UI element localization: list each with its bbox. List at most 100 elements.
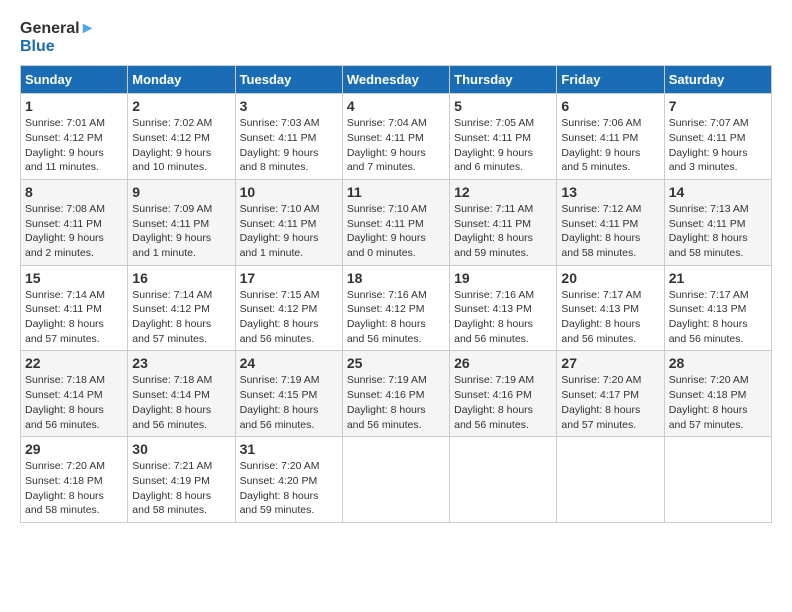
day-number: 27 (561, 355, 659, 371)
weekday-header-tuesday: Tuesday (235, 66, 342, 94)
day-cell: 15 Sunrise: 7:14 AM Sunset: 4:11 PM Dayli… (21, 265, 128, 351)
day-info: Sunrise: 7:03 AM Sunset: 4:11 PM Dayligh… (240, 116, 338, 175)
week-row-1: 1 Sunrise: 7:01 AM Sunset: 4:12 PM Daylig… (21, 94, 772, 180)
day-info: Sunrise: 7:20 AM Sunset: 4:18 PM Dayligh… (669, 373, 767, 432)
day-number: 29 (25, 441, 123, 457)
day-info: Sunrise: 7:16 AM Sunset: 4:13 PM Dayligh… (454, 288, 552, 347)
day-cell: 26Sunrise: 7:19 AM Sunset: 4:16 PM Dayli… (450, 351, 557, 437)
day-cell: 20Sunrise: 7:17 AM Sunset: 4:13 PM Dayli… (557, 265, 664, 351)
day-number: 22 (25, 355, 123, 371)
day-cell: 4 Sunrise: 7:04 AM Sunset: 4:11 PM Daylig… (342, 94, 449, 180)
logo-line2: Blue (20, 38, 95, 56)
day-cell: 28 Sunrise: 7:20 AM Sunset: 4:18 PM Dayli… (664, 351, 771, 437)
day-number: 24 (240, 355, 338, 371)
week-row-4: 22 Sunrise: 7:18 AM Sunset: 4:14 PM Dayli… (21, 351, 772, 437)
day-cell: 12Sunrise: 7:11 AM Sunset: 4:11 PM Dayli… (450, 179, 557, 265)
day-number: 20 (561, 270, 659, 286)
day-number: 23 (132, 355, 230, 371)
day-cell (664, 437, 771, 523)
day-number: 21 (669, 270, 767, 286)
day-cell: 18 Sunrise: 7:16 AM Sunset: 4:12 PM Dayli… (342, 265, 449, 351)
day-cell (450, 437, 557, 523)
day-info: Sunrise: 7:06 AM Sunset: 4:11 PM Dayligh… (561, 116, 659, 175)
day-number: 5 (454, 98, 552, 114)
day-number: 15 (25, 270, 123, 286)
day-number: 7 (669, 98, 767, 114)
week-row-3: 15 Sunrise: 7:14 AM Sunset: 4:11 PM Dayli… (21, 265, 772, 351)
day-info: Sunrise: 7:20 AM Sunset: 4:18 PM Dayligh… (25, 459, 123, 518)
day-cell (342, 437, 449, 523)
day-cell: 1 Sunrise: 7:01 AM Sunset: 4:12 PM Daylig… (21, 94, 128, 180)
day-number: 4 (347, 98, 445, 114)
weekday-header-thursday: Thursday (450, 66, 557, 94)
day-number: 16 (132, 270, 230, 286)
day-cell: 7Sunrise: 7:07 AM Sunset: 4:11 PM Daylig… (664, 94, 771, 180)
day-cell: 2 Sunrise: 7:02 AM Sunset: 4:12 PM Daylig… (128, 94, 235, 180)
week-row-5: 29 Sunrise: 7:20 AM Sunset: 4:18 PM Dayli… (21, 437, 772, 523)
day-cell: 21 Sunrise: 7:17 AM Sunset: 4:13 PM Dayli… (664, 265, 771, 351)
day-info: Sunrise: 7:05 AM Sunset: 4:11 PM Dayligh… (454, 116, 552, 175)
day-number: 30 (132, 441, 230, 457)
day-number: 1 (25, 98, 123, 114)
day-number: 14 (669, 184, 767, 200)
weekday-header-friday: Friday (557, 66, 664, 94)
weekday-header-monday: Monday (128, 66, 235, 94)
day-info: Sunrise: 7:20 AM Sunset: 4:17 PM Dayligh… (561, 373, 659, 432)
day-info: Sunrise: 7:15 AM Sunset: 4:12 PM Dayligh… (240, 288, 338, 347)
day-cell: 13 Sunrise: 7:12 AM Sunset: 4:11 PM Dayli… (557, 179, 664, 265)
day-cell: 23 Sunrise: 7:18 AM Sunset: 4:14 PM Dayli… (128, 351, 235, 437)
day-info: Sunrise: 7:19 AM Sunset: 4:15 PM Dayligh… (240, 373, 338, 432)
day-cell (557, 437, 664, 523)
day-cell: 10 Sunrise: 7:10 AM Sunset: 4:11 PM Dayli… (235, 179, 342, 265)
day-number: 31 (240, 441, 338, 457)
logo-text: General► Blue (20, 20, 95, 55)
day-info: Sunrise: 7:04 AM Sunset: 4:11 PM Dayligh… (347, 116, 445, 175)
day-number: 13 (561, 184, 659, 200)
day-number: 2 (132, 98, 230, 114)
header: General► Blue (20, 20, 772, 55)
logo: General► Blue (20, 20, 95, 55)
day-number: 3 (240, 98, 338, 114)
day-info: Sunrise: 7:17 AM Sunset: 4:13 PM Dayligh… (669, 288, 767, 347)
day-info: Sunrise: 7:18 AM Sunset: 4:14 PM Dayligh… (25, 373, 123, 432)
week-row-2: 8 Sunrise: 7:08 AM Sunset: 4:11 PM Daylig… (21, 179, 772, 265)
day-cell: 25Sunrise: 7:19 AM Sunset: 4:16 PM Dayli… (342, 351, 449, 437)
day-info: Sunrise: 7:08 AM Sunset: 4:11 PM Dayligh… (25, 202, 123, 261)
header-row: SundayMondayTuesdayWednesdayThursdayFrid… (21, 66, 772, 94)
day-cell: 30Sunrise: 7:21 AM Sunset: 4:19 PM Dayli… (128, 437, 235, 523)
day-info: Sunrise: 7:16 AM Sunset: 4:12 PM Dayligh… (347, 288, 445, 347)
weekday-header-saturday: Saturday (664, 66, 771, 94)
day-info: Sunrise: 7:14 AM Sunset: 4:11 PM Dayligh… (25, 288, 123, 347)
page-container: General► Blue SundayMondayTuesdayWednesd… (20, 20, 772, 523)
weekday-header-sunday: Sunday (21, 66, 128, 94)
day-number: 19 (454, 270, 552, 286)
logo-wrapper: General► Blue (20, 20, 95, 55)
day-info: Sunrise: 7:10 AM Sunset: 4:11 PM Dayligh… (347, 202, 445, 261)
day-info: Sunrise: 7:02 AM Sunset: 4:12 PM Dayligh… (132, 116, 230, 175)
day-number: 6 (561, 98, 659, 114)
day-cell: 29 Sunrise: 7:20 AM Sunset: 4:18 PM Dayli… (21, 437, 128, 523)
day-cell: 11Sunrise: 7:10 AM Sunset: 4:11 PM Dayli… (342, 179, 449, 265)
day-info: Sunrise: 7:20 AM Sunset: 4:20 PM Dayligh… (240, 459, 338, 518)
day-cell: 8 Sunrise: 7:08 AM Sunset: 4:11 PM Daylig… (21, 179, 128, 265)
day-info: Sunrise: 7:10 AM Sunset: 4:11 PM Dayligh… (240, 202, 338, 261)
day-info: Sunrise: 7:18 AM Sunset: 4:14 PM Dayligh… (132, 373, 230, 432)
day-cell: 16Sunrise: 7:14 AM Sunset: 4:12 PM Dayli… (128, 265, 235, 351)
weekday-header-wednesday: Wednesday (342, 66, 449, 94)
day-number: 18 (347, 270, 445, 286)
day-info: Sunrise: 7:12 AM Sunset: 4:11 PM Dayligh… (561, 202, 659, 261)
day-number: 10 (240, 184, 338, 200)
day-info: Sunrise: 7:09 AM Sunset: 4:11 PM Dayligh… (132, 202, 230, 261)
day-cell: 31 Sunrise: 7:20 AM Sunset: 4:20 PM Dayli… (235, 437, 342, 523)
day-cell: 22 Sunrise: 7:18 AM Sunset: 4:14 PM Dayli… (21, 351, 128, 437)
day-number: 25 (347, 355, 445, 371)
day-number: 26 (454, 355, 552, 371)
day-info: Sunrise: 7:01 AM Sunset: 4:12 PM Dayligh… (25, 116, 123, 175)
day-number: 17 (240, 270, 338, 286)
day-cell: 27 Sunrise: 7:20 AM Sunset: 4:17 PM Dayli… (557, 351, 664, 437)
day-cell: 6 Sunrise: 7:06 AM Sunset: 4:11 PM Daylig… (557, 94, 664, 180)
day-cell: 19 Sunrise: 7:16 AM Sunset: 4:13 PM Dayli… (450, 265, 557, 351)
day-number: 8 (25, 184, 123, 200)
day-number: 28 (669, 355, 767, 371)
logo-line1: General► (20, 20, 95, 38)
